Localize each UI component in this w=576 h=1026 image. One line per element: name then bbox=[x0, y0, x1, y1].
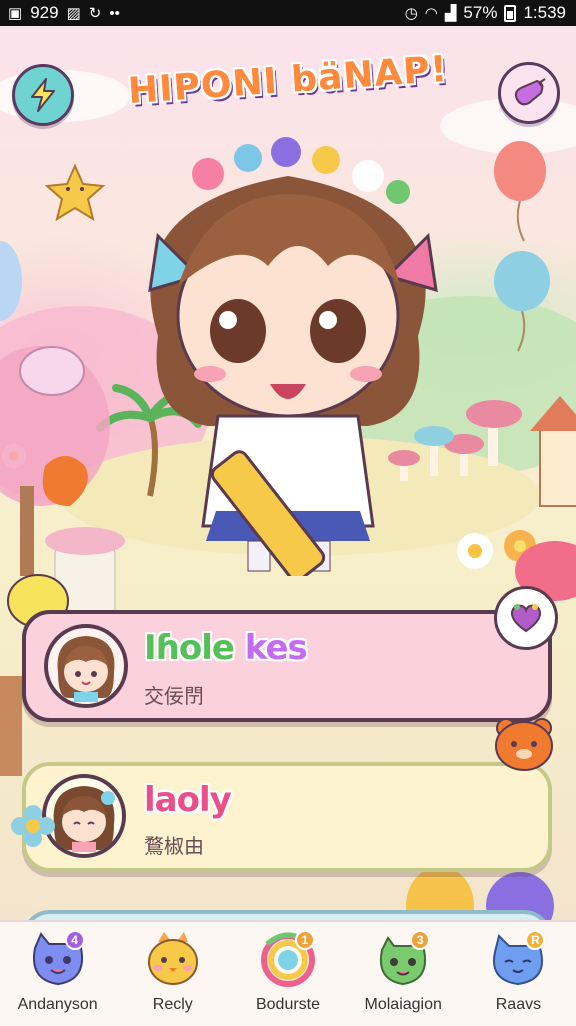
battery-percent: 57% bbox=[463, 3, 498, 22]
candy-button[interactable] bbox=[498, 62, 560, 124]
rainbow-ring-icon: 1 bbox=[257, 930, 319, 988]
wifi-icon: ◠ bbox=[424, 5, 438, 22]
more-dots-icon: •• bbox=[109, 4, 120, 22]
status-bar: ▣ 929 ▨ ↻ •• ◷ ◠ ▟ 57% 1:539 bbox=[0, 0, 576, 26]
yellow-bird-icon bbox=[142, 930, 204, 988]
notification-image-icon: ▨ bbox=[66, 5, 81, 22]
nav-label-recly: Recly bbox=[152, 996, 193, 1013]
home-scene: HIPONI bäNAP! Iɦole kes 交佞閅 laoly 鶩椒由 bbox=[0, 26, 576, 920]
nav-badge-andanyson: 4 bbox=[64, 930, 85, 950]
status-clock: 1:539 bbox=[523, 3, 566, 22]
nav-label-raavs: Raavs bbox=[495, 996, 542, 1013]
chat-name-2: laoly bbox=[144, 780, 232, 820]
candy-icon bbox=[514, 78, 546, 106]
nav-item-andanyson[interactable]: 4 Andanyson bbox=[0, 922, 115, 1026]
chat-card-3[interactable] bbox=[22, 910, 552, 920]
blue-cat-icon: R bbox=[487, 930, 549, 988]
nav-item-recly[interactable]: Recly bbox=[115, 922, 230, 1026]
nav-label-molaiagion: Molaiagion bbox=[364, 996, 442, 1013]
chat-avatar-1 bbox=[44, 624, 128, 708]
chat-subtitle-1: 交佞閅 bbox=[144, 684, 204, 708]
heart-icon bbox=[510, 604, 542, 633]
favorite-heart-button[interactable] bbox=[494, 586, 558, 650]
girl-avatar-icon bbox=[57, 636, 115, 702]
status-time-left: 929 bbox=[30, 3, 59, 22]
nav-item-molaiagion[interactable]: 3 Molaiagion bbox=[346, 922, 461, 1026]
notification-play-icon: ▣ bbox=[8, 5, 23, 22]
chat-card-1[interactable]: Iɦole kes 交佞閅 bbox=[22, 610, 552, 722]
chat-name-1-part-a: Iɦole bbox=[144, 628, 245, 668]
chibi-character-illustration bbox=[148, 137, 438, 576]
nav-badge-bodurste: 1 bbox=[295, 930, 315, 950]
girl-avatar-icon bbox=[53, 786, 115, 852]
chat-subtitle-2: 鶩椒由 bbox=[144, 834, 204, 858]
bear-sticker-icon bbox=[495, 718, 553, 771]
nav-label-andanyson: Andanyson bbox=[17, 996, 98, 1013]
signal-icon: ▟ bbox=[444, 5, 457, 22]
alarm-icon: ◷ bbox=[404, 5, 418, 22]
lightning-bolt-icon bbox=[31, 78, 55, 112]
nav-label-bodurste: Bodurste bbox=[255, 996, 321, 1013]
battery-icon bbox=[504, 4, 517, 22]
flower-sticker-icon bbox=[11, 805, 55, 847]
blue-monster-icon: 4 bbox=[27, 930, 89, 988]
chat-card-2[interactable]: laoly 鶩椒由 bbox=[22, 762, 552, 872]
chat-name-1: Iɦole kes bbox=[144, 628, 308, 668]
bottom-navigation: 4 Andanyson Recly 1 Bodurste 3 Molaiagio… bbox=[0, 920, 576, 1026]
nav-item-raavs[interactable]: R Raavs bbox=[461, 922, 576, 1026]
green-dino-icon: 3 bbox=[372, 930, 434, 988]
sync-icon: ↻ bbox=[88, 5, 102, 22]
chat-name-1-part-b: kes bbox=[244, 628, 308, 668]
nav-item-bodurste[interactable]: 1 Bodurste bbox=[230, 922, 345, 1026]
energy-button[interactable] bbox=[12, 64, 74, 126]
